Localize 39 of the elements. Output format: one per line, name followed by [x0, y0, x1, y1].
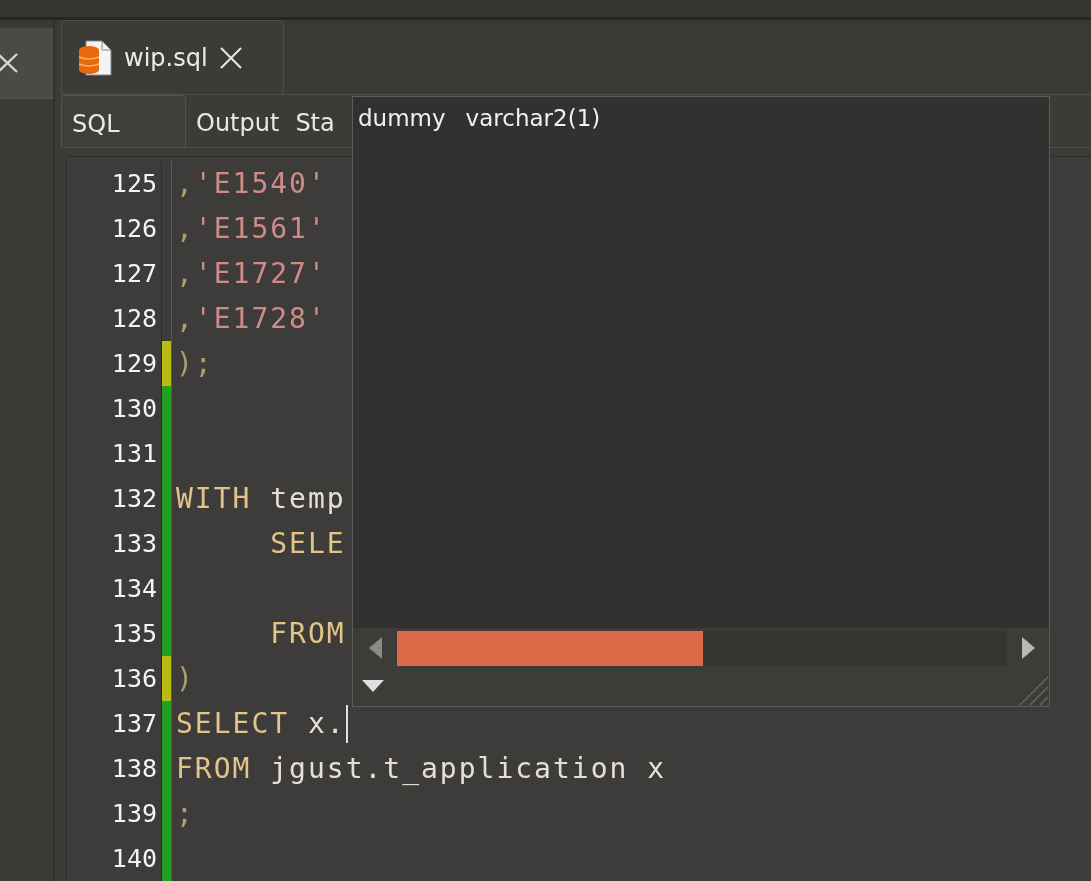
line-number: 127	[67, 251, 162, 296]
side-tab[interactable]	[0, 28, 53, 99]
code-token: 'E1727'	[194, 257, 327, 290]
code-token: SELECT	[176, 707, 290, 740]
database-file-icon	[78, 39, 112, 76]
file-tab[interactable]: wip.sql	[61, 20, 284, 94]
dropdown-caret-icon[interactable]	[362, 680, 384, 692]
horizontal-scrollbar[interactable]	[353, 628, 1049, 668]
close-icon[interactable]	[0, 53, 18, 73]
code-token: );	[176, 347, 214, 380]
view-tab[interactable]: SQL	[61, 95, 186, 147]
code-token: 'E1561'	[194, 212, 327, 245]
code-token: FROM	[176, 752, 252, 785]
code-token: WITH	[176, 482, 252, 515]
line-number: 126	[67, 206, 162, 251]
code-token: ,	[176, 212, 195, 245]
scroll-left-icon[interactable]	[369, 637, 383, 659]
code-token: 'E1728'	[194, 302, 327, 335]
scroll-right-icon[interactable]	[1021, 637, 1035, 659]
line-number: 125	[67, 161, 162, 206]
text-caret	[345, 704, 348, 743]
code-token: )	[176, 662, 195, 695]
code-token: ,	[176, 257, 195, 290]
code-token: jgust.t_application x	[269, 752, 667, 785]
code-token: ;	[176, 797, 195, 830]
code-token: SELE	[269, 527, 346, 560]
code-token: x.	[306, 707, 346, 740]
code-token: ,	[176, 167, 195, 200]
view-tab[interactable]: Output	[186, 95, 292, 147]
view-tab[interactable]: Sta	[291, 95, 335, 147]
close-icon[interactable]	[219, 46, 242, 69]
code-token: temp	[269, 482, 346, 515]
line-number: 128	[67, 296, 162, 341]
code-token: ,	[176, 302, 195, 335]
resize-grip-icon[interactable]	[1019, 676, 1049, 706]
code-token: FROM	[269, 617, 346, 650]
scroll-thumb[interactable]	[397, 630, 704, 666]
code-token: 'E1540'	[194, 167, 327, 200]
completion-item[interactable]: dummy varchar2(1)	[353, 97, 1049, 139]
